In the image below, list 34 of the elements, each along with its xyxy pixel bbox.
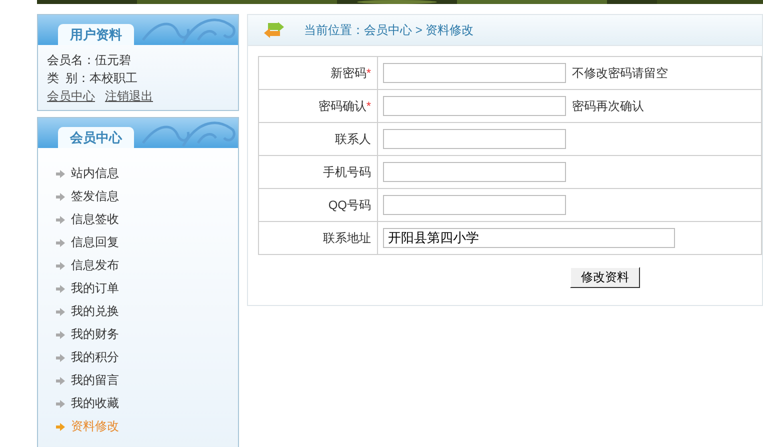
user-info-text: 类 别：本校职工 xyxy=(47,70,139,87)
field-hint: 密码再次确认 xyxy=(572,98,644,114)
input-field[interactable]: 开阳县第四小学 xyxy=(383,228,675,248)
field-label: 手机号码 xyxy=(323,164,371,178)
field-label: 密码确认 xyxy=(318,98,366,112)
menu-item[interactable]: 签发信息 xyxy=(71,188,119,205)
field-label: 联系人 xyxy=(335,132,371,146)
input-field[interactable] xyxy=(383,63,566,83)
input-field[interactable] xyxy=(383,162,566,182)
menu-item[interactable]: 我的留言 xyxy=(71,372,119,389)
menu-item[interactable]: 我的兑换 xyxy=(71,303,119,320)
menu-item[interactable]: 我的收藏 xyxy=(71,395,119,412)
account-link[interactable]: 注销退出 xyxy=(105,87,153,105)
field-hint: 不修改密码请留空 xyxy=(572,64,668,82)
menu-item[interactable]: 我的积分 xyxy=(71,349,119,366)
menu-item[interactable]: 我的订单 xyxy=(71,280,119,297)
menu-item[interactable]: 信息发布 xyxy=(71,257,119,274)
menu-item[interactable]: 信息签收 xyxy=(71,211,119,228)
required-mark: * xyxy=(366,98,371,112)
account-link[interactable]: 会员中心 xyxy=(47,87,95,105)
breadcrumb: 当前位置：会员中心 > 资料修改 xyxy=(304,22,474,38)
submit-button[interactable]: 修改资料 xyxy=(570,267,640,288)
input-field[interactable] xyxy=(383,195,566,215)
menu-item[interactable]: 我的财务 xyxy=(71,326,119,343)
field-label: QQ号码 xyxy=(328,198,371,212)
user-info-text: 会员名：伍元碧 xyxy=(47,52,132,69)
required-mark: * xyxy=(366,66,371,80)
field-label: 联系地址 xyxy=(323,230,371,244)
input-field[interactable] xyxy=(383,129,566,149)
swap-arrows-icon xyxy=(262,21,286,39)
field-label: 新密码 xyxy=(330,66,366,80)
menu-item[interactable]: 站内信息 xyxy=(71,165,119,182)
input-field[interactable] xyxy=(383,96,566,116)
menu-item[interactable]: 信息回复 xyxy=(71,234,119,251)
